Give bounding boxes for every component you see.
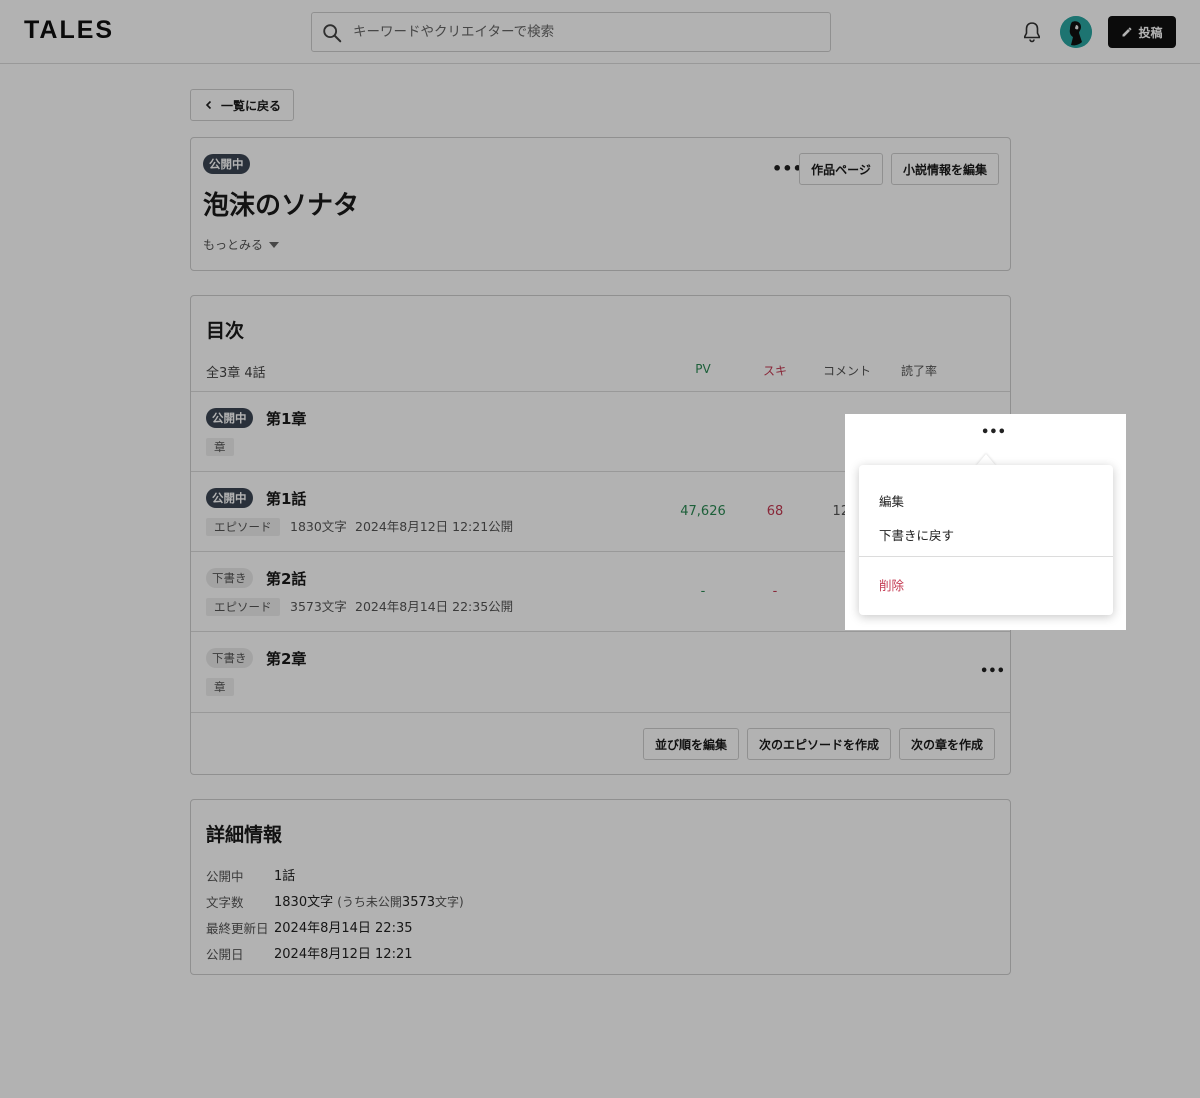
menu-item-edit[interactable]: 編集 bbox=[879, 491, 904, 510]
menu-divider bbox=[859, 556, 1113, 557]
context-menu: 編集 下書きに戻す 削除 bbox=[859, 465, 1113, 615]
context-menu-spotlight: ••• 編集 下書きに戻す 削除 bbox=[845, 414, 1126, 630]
menu-item-revert-draft[interactable]: 下書きに戻す bbox=[879, 525, 954, 544]
row-menu-icon-active[interactable]: ••• bbox=[981, 426, 1006, 439]
menu-item-delete[interactable]: 削除 bbox=[879, 575, 904, 594]
